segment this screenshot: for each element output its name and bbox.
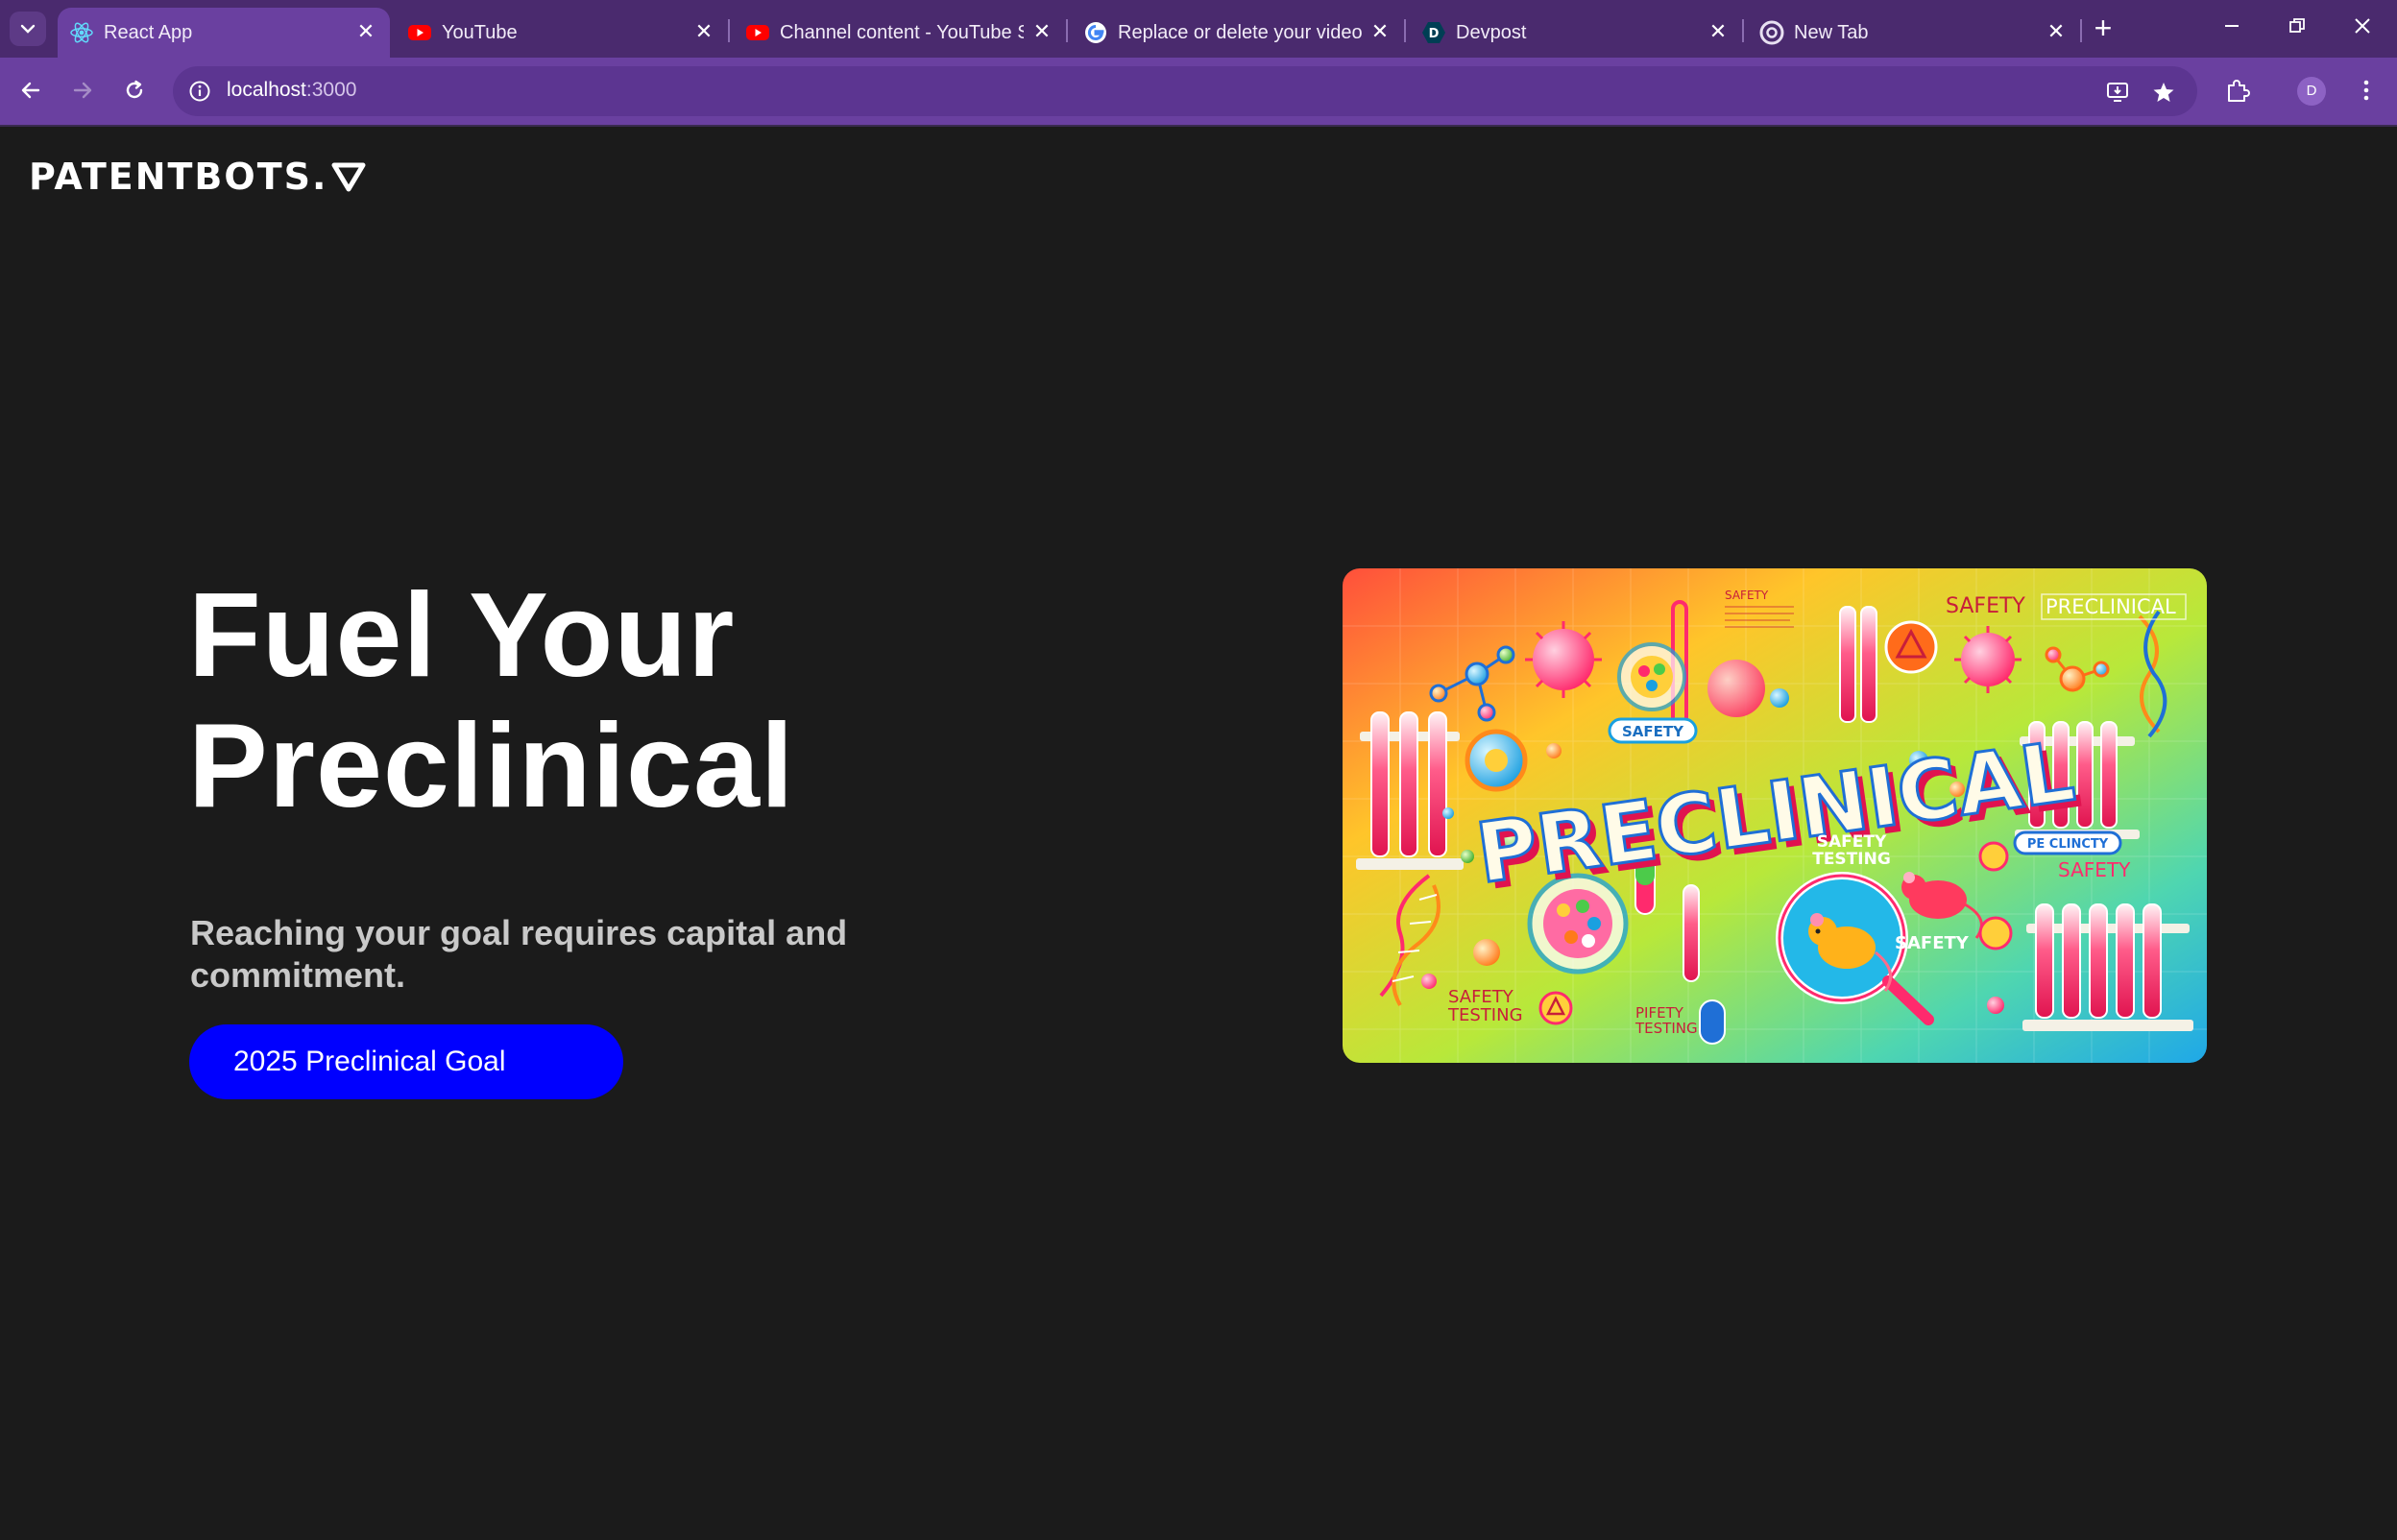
label-preclinical-top: PRECLINICAL — [2046, 595, 2176, 618]
tab-separator — [728, 19, 730, 42]
forward-button[interactable] — [63, 71, 102, 109]
tab-search-button[interactable] — [10, 12, 46, 46]
devpost-icon: D — [1422, 22, 1445, 43]
arrow-left-icon — [21, 82, 40, 99]
tab-label: New Tab — [1794, 22, 1869, 43]
restore-icon — [2289, 18, 2305, 33]
address-bar[interactable]: localhost:3000 — [173, 66, 2197, 116]
tab-label: Devpost — [1456, 22, 1527, 43]
tab-separator — [1066, 19, 1068, 42]
close-icon[interactable]: ✕ — [691, 19, 716, 44]
chrome-icon — [1759, 20, 1784, 45]
label-safety-top: SAFETY — [1946, 594, 2025, 618]
back-button[interactable] — [12, 71, 50, 109]
label-safety-mouse: SAFETY — [1895, 933, 1970, 953]
site-info-icon[interactable] — [186, 78, 213, 105]
tab-react-app[interactable]: React App ✕ — [58, 8, 390, 58]
star-icon — [2153, 83, 2174, 102]
label-safety-pill: SAFETY — [1622, 723, 1684, 740]
close-icon[interactable]: ✕ — [353, 19, 378, 44]
youtube-icon — [408, 25, 431, 40]
reload-icon — [126, 80, 143, 99]
chevron-down-icon — [20, 24, 36, 34]
close-icon — [2355, 18, 2370, 34]
youtube-icon — [746, 25, 769, 40]
hero-subtitle: Reaching your goal requires capital and … — [190, 913, 848, 995]
google-icon — [1085, 22, 1106, 43]
profile-avatar[interactable]: D — [2297, 77, 2326, 106]
minimize-icon — [2225, 25, 2239, 27]
label-preclinity-pill: PE CLINCTY — [2027, 837, 2109, 852]
virus-cell-1 — [1525, 621, 1602, 698]
brand-logo[interactable]: PATENTBOTS. — [29, 156, 366, 198]
url-host: localhost — [227, 79, 306, 101]
tab-separator — [1404, 19, 1406, 42]
tab-separator — [2080, 19, 2082, 42]
brand-name: PATENTBOTS. — [29, 156, 328, 198]
install-app-button[interactable] — [2103, 78, 2132, 107]
tab-replace-video[interactable]: Replace or delete your video - ✕ — [1072, 8, 1404, 58]
tab-new-tab[interactable]: New Tab ✕ — [1748, 8, 2080, 58]
close-window-button[interactable] — [2343, 12, 2382, 46]
page: PATENTBOTS. Fuel Your Preclinical Reachi… — [0, 127, 2397, 1540]
label-safety-testing-left: SAFETY TESTING — [1447, 987, 1523, 1025]
tab-channel-content[interactable]: Channel content - YouTube Stu ✕ — [734, 8, 1066, 58]
url-text[interactable]: localhost:3000 — [227, 79, 356, 102]
minimize-button[interactable] — [2213, 12, 2251, 46]
label-safety-small: SAFETY — [1725, 589, 1769, 602]
new-tab-button[interactable]: + — [2088, 12, 2119, 44]
reload-button[interactable] — [115, 71, 154, 109]
label-safety-testing-center: SAFETY TESTING — [1812, 832, 1891, 869]
hero-title-line-2: Preclinical — [188, 700, 795, 832]
preclinical-illustration: PRECLINICAL PRECLINICAL SAFETY SAFETY PR… — [1343, 568, 2207, 1063]
kebab-menu-icon — [2363, 80, 2369, 101]
hero-title-line-1: Fuel Your — [188, 569, 736, 702]
tab-label: Replace or delete your video - — [1118, 22, 1362, 43]
close-icon[interactable]: ✕ — [1029, 19, 1054, 44]
menu-button[interactable] — [2347, 71, 2385, 109]
hero-image: PRECLINICAL PRECLINICAL SAFETY SAFETY PR… — [1343, 568, 2207, 1063]
extensions-button[interactable] — [2218, 71, 2257, 109]
close-icon[interactable]: ✕ — [1706, 19, 1731, 44]
tab-label: Channel content - YouTube Stu — [780, 22, 1024, 43]
browser-tabstrip: React App ✕ YouTube ✕ Channel content - … — [0, 0, 2397, 58]
react-icon — [70, 22, 93, 43]
arrow-right-icon — [73, 82, 92, 99]
browser-toolbar: localhost:3000 D — [0, 58, 2397, 125]
bookmark-button[interactable] — [2149, 78, 2178, 107]
url-port: :3000 — [305, 79, 357, 101]
tab-youtube[interactable]: YouTube ✕ — [396, 8, 728, 58]
puzzle-icon — [2228, 80, 2250, 102]
svg-text:D: D — [1429, 27, 1440, 41]
tab-label: YouTube — [442, 22, 518, 43]
tab-label: React App — [104, 22, 193, 43]
hero-title: Fuel Your Preclinical — [188, 570, 1053, 831]
tab-devpost[interactable]: D Devpost ✕ — [1410, 8, 1742, 58]
restore-button[interactable] — [2278, 12, 2316, 46]
label-safety-right: SAFETY — [2058, 858, 2131, 881]
close-icon[interactable]: ✕ — [1368, 19, 1392, 44]
triangle-logo-icon — [331, 162, 366, 192]
close-icon[interactable]: ✕ — [2044, 19, 2069, 44]
preclinical-goal-button[interactable]: 2025 Preclinical Goal — [189, 1024, 623, 1099]
install-app-icon — [2107, 83, 2128, 102]
tab-separator — [1742, 19, 1744, 42]
